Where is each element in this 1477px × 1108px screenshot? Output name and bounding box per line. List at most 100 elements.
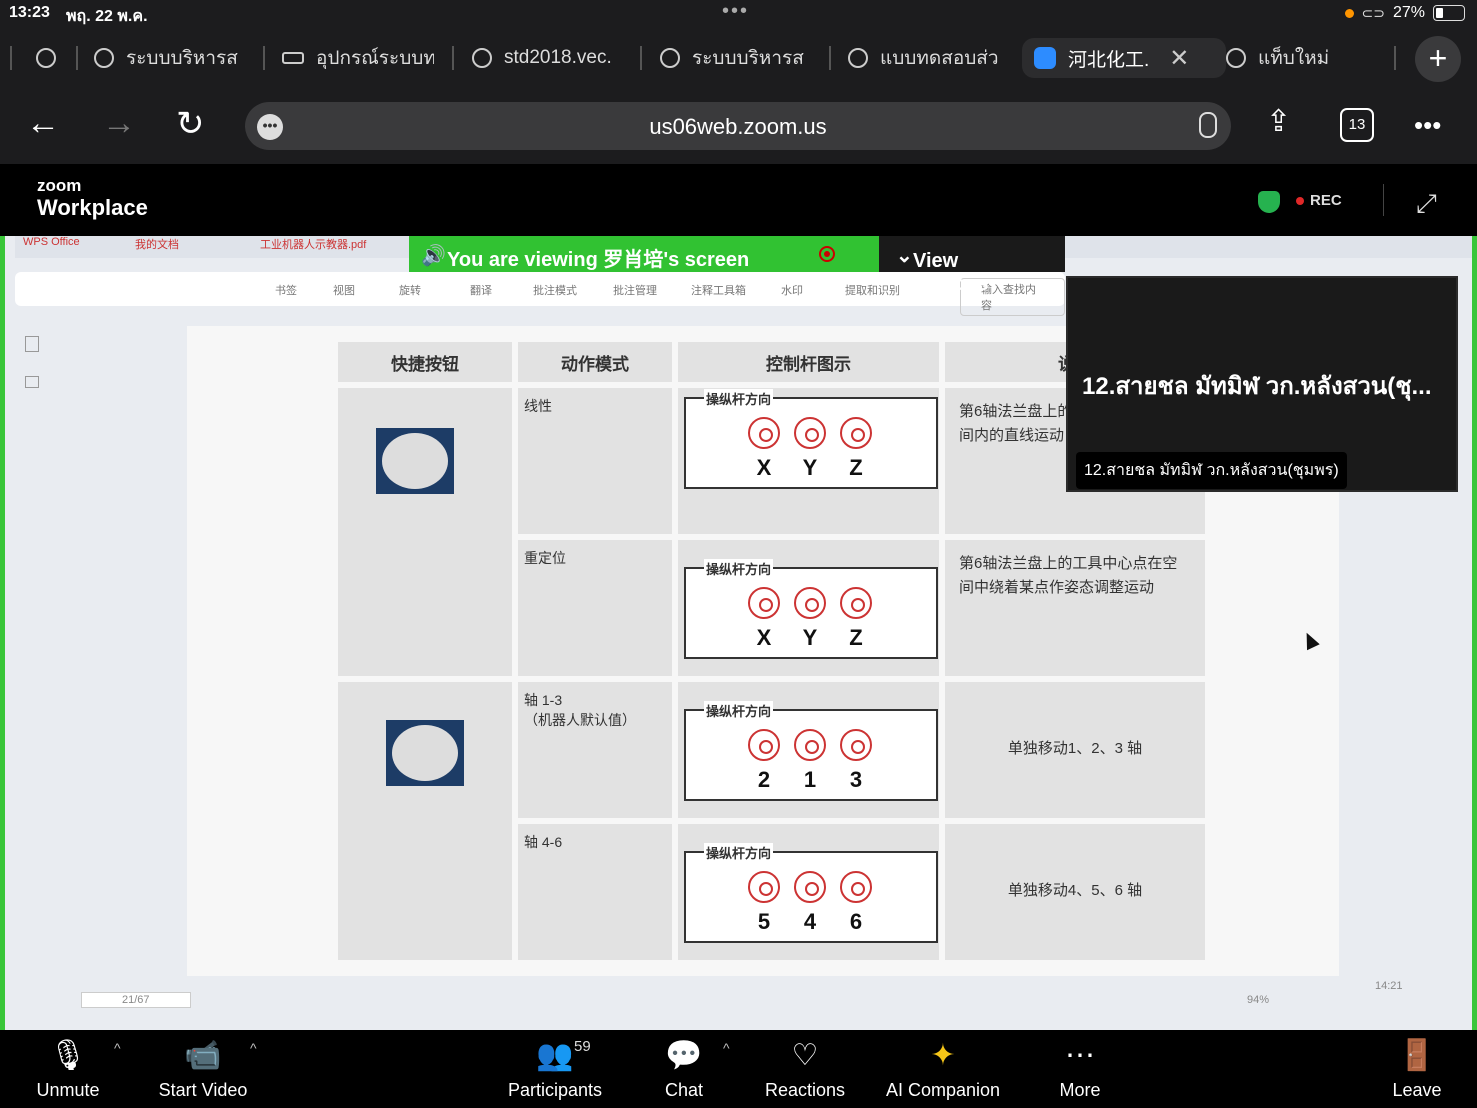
divider (1383, 184, 1384, 216)
new-tab-button[interactable]: + (1415, 36, 1461, 82)
share-icon[interactable]: ⇪ (1266, 104, 1291, 139)
tab-globe-partial[interactable] (36, 38, 66, 78)
viewing-banner-text: You are viewing 罗肖培's screen (447, 249, 750, 271)
axis-label: 1 (803, 767, 817, 792)
browser-tab-3[interactable]: std2018.vec. (472, 38, 622, 78)
joystick-diagram: 操纵杆方向 2 1 3 (684, 701, 938, 801)
joystick-rotate-icon (840, 417, 872, 449)
tab-label: std2018.vec. (504, 47, 612, 68)
toolbar-item: 书签 (275, 285, 297, 297)
browser-tab-2[interactable]: อุปกรณ์ระบบท (282, 38, 434, 78)
start-video-button[interactable]: 📹 Start Video (150, 1036, 256, 1101)
zoom-header: zoom Workplace REC ⤢ (0, 164, 1477, 236)
zoom-brand-small: zoom (37, 176, 82, 195)
toolbar-item: 水印 (781, 285, 803, 297)
browser-tab-active[interactable]: 河北化工. ✕ (1022, 38, 1226, 78)
toolbar-item: 视图 (333, 285, 355, 297)
browser-tab-4[interactable]: ระบบบริหารส (660, 38, 812, 78)
shared-tab: 我的文档 (135, 239, 179, 251)
view-options-button[interactable]: View Options ⌄ (879, 236, 1065, 295)
leave-button[interactable]: 🚪 Leave (1386, 1036, 1448, 1101)
shortcut-key-cell (338, 388, 512, 676)
link-icon: ⊂⊃ (1361, 4, 1385, 21)
globe-icon (472, 48, 492, 68)
tab-label: ระบบบริหารส (692, 48, 804, 69)
tab-separator (76, 46, 78, 70)
rec-label: REC (1310, 192, 1342, 209)
more-button[interactable]: ⋯ More (1046, 1036, 1114, 1101)
joystick-vertical-icon (748, 729, 780, 761)
recording-indicator[interactable]: REC (1296, 192, 1342, 209)
diagram-title: 操纵杆方向 (704, 389, 774, 408)
comment-icon (25, 376, 39, 388)
tab-label: แบบทดสอบส่ว (880, 48, 999, 69)
shared-tab: WPS Office (23, 236, 80, 248)
back-arrow-icon[interactable]: ← (26, 104, 60, 143)
shared-tab: 工业机器人示教器.pdf (260, 239, 367, 251)
description-cell: 单独移动4、5、6 轴 (945, 824, 1205, 960)
sparkle-icon: ✦ (930, 1039, 956, 1072)
participants-count: 59 (574, 1038, 591, 1055)
unmute-button[interactable]: 🎙 Unmute (28, 1036, 108, 1101)
microphone-icon[interactable] (1199, 112, 1217, 138)
leave-door-icon: 🚪 (1398, 1039, 1436, 1072)
forward-arrow-icon[interactable]: → (102, 104, 136, 143)
diagram-cell: 操纵杆方向 5 4 6 (678, 824, 939, 960)
browser-tab-7[interactable]: แท็บใหม่ (1226, 38, 1376, 78)
status-right: ⊂⊃ 27% (1344, 4, 1465, 22)
axis-label: 5 (757, 909, 771, 934)
chat-button[interactable]: 💬 Chat (650, 1036, 718, 1101)
ai-companion-label: AI Companion (885, 1080, 1001, 1100)
start-video-label: Start Video (158, 1080, 248, 1100)
tab-separator (1394, 46, 1396, 70)
tab-separator (640, 46, 642, 70)
ai-companion-button[interactable]: ✦ AI Companion (878, 1036, 1008, 1101)
close-tab-icon[interactable]: ✕ (1169, 44, 1189, 73)
globe-icon (94, 48, 114, 68)
participant-video-tile[interactable]: 12.สายชล มัทมิฬ วก.หลังสวน(ชุ... 12.สายช… (1066, 276, 1458, 492)
axis-label: 3 (849, 767, 863, 792)
more-menu-icon[interactable]: ••• (1414, 110, 1441, 141)
tab-count-button[interactable]: 13 (1340, 108, 1374, 142)
encryption-shield-icon[interactable] (1258, 191, 1280, 213)
axis-mode-key-icon (386, 720, 464, 786)
multitask-dots-icon[interactable]: ••• (722, 0, 749, 23)
reactions-button[interactable]: ♡ Reactions (760, 1036, 850, 1101)
axis-label: X (756, 455, 772, 480)
table-header: 控制杆图示 (678, 342, 939, 382)
axis-label: 6 (849, 909, 863, 934)
joystick-rotate-icon (840, 871, 872, 903)
tab-separator (452, 46, 454, 70)
chat-icon: 💬 (665, 1039, 703, 1072)
fullscreen-expand-icon[interactable]: ⤢ (1416, 188, 1437, 220)
axis-label: 4 (803, 909, 817, 934)
video-options-chevron-icon[interactable]: ^ (250, 1040, 257, 1056)
address-bar[interactable]: ••• us06web.zoom.us (245, 102, 1231, 150)
reload-icon[interactable]: ↻ (176, 104, 205, 144)
description-cell: 第6轴法兰盘上的工具中心点在空间中绕着某点作姿态调整运动 (945, 540, 1205, 676)
table-header: 快捷按钮 (338, 342, 512, 382)
diagram-cell: 操纵杆方向 X Y Z (678, 388, 939, 534)
browser-tab-strip: ระบบบริหารส อุปกรณ์ระบบท std2018.vec. ระ… (0, 28, 1477, 88)
browser-tab-5[interactable]: แบบทดสอบส่ว (848, 38, 1003, 78)
toolbar-item: 提取和识别 (845, 285, 900, 297)
battery-percent: 27% (1392, 4, 1425, 21)
tab-label: อุปกรณ์ระบบท (316, 48, 434, 69)
search-q-icon (848, 48, 868, 68)
audio-options-chevron-icon[interactable]: ^ (114, 1040, 121, 1056)
status-bar: 13:23 พฤ. 22 พ.ค. ••• ⊂⊃ 27% (0, 0, 1477, 28)
zoom-logo-icon (1034, 47, 1056, 69)
reactions-label: Reactions (764, 1080, 846, 1100)
joystick-vertical-icon (748, 587, 780, 619)
tab-label: 河北化工. (1068, 49, 1150, 71)
participants-button[interactable]: 👥 Participants (502, 1036, 608, 1101)
joystick-diagram: 操纵杆方向 5 4 6 (684, 843, 938, 943)
joystick-rotate-icon (840, 587, 872, 619)
joystick-horizontal-icon (794, 729, 826, 761)
chat-options-chevron-icon[interactable]: ^ (723, 1040, 730, 1056)
joystick-horizontal-icon (794, 587, 826, 619)
more-label: More (1059, 1080, 1101, 1100)
leave-label: Leave (1392, 1080, 1442, 1100)
browser-tab-1[interactable]: ระบบบริหารส (94, 38, 246, 78)
shortcut-key-cell (338, 682, 512, 960)
